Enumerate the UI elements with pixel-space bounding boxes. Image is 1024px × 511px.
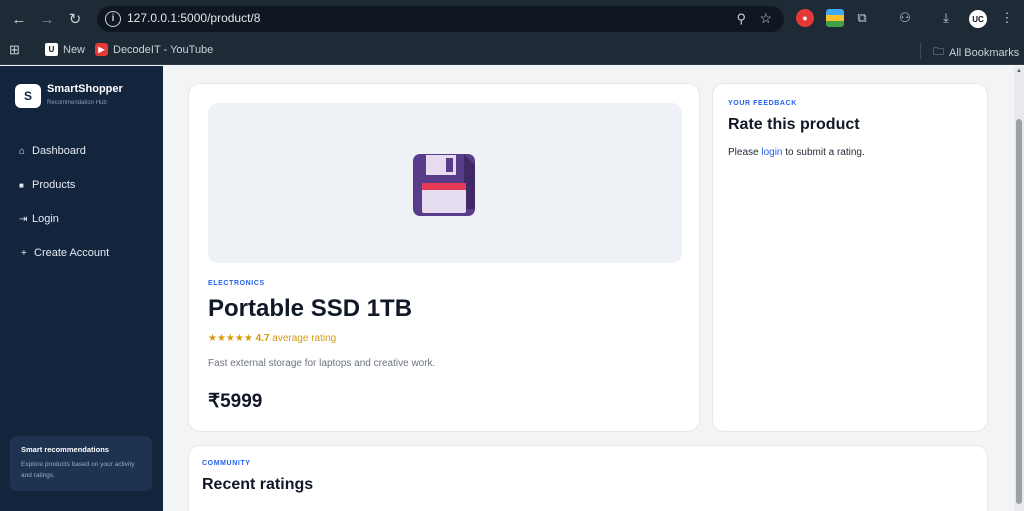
apps-grid-icon[interactable]: ⊞ (9, 42, 20, 58)
folder-icon: 🗀 (933, 46, 944, 58)
uc-icon: U (45, 43, 58, 56)
product-category: ELECTRONICS (208, 280, 265, 287)
promo-text: Explore products based on your activity … (21, 461, 135, 479)
feedback-eyebrow: YOUR FEEDBACK (728, 100, 797, 107)
feedback-text-after: to submit a rating. (782, 147, 865, 158)
plus-icon: + (21, 247, 27, 259)
floppy-disk-icon (413, 154, 475, 216)
home-icon: ⌂ (19, 145, 26, 157)
brand-subtitle: Recommendation Hub (47, 100, 107, 106)
profile-avatar[interactable]: UC (969, 10, 987, 28)
address-bar[interactable]: i 127.0.0.1:5000/product/8 ⚲ ☆ (97, 6, 784, 32)
bookmark-label: New (63, 43, 86, 56)
reload-icon[interactable]: ↻ (64, 8, 86, 30)
community-title: Recent ratings (202, 476, 314, 493)
feedback-text: Please login to submit a rating. (728, 147, 865, 158)
promo-title: Smart recommendations (21, 445, 109, 454)
extensions-puzzle-icon[interactable]: ⧉ (853, 9, 871, 27)
product-title: Portable SSD 1TB (208, 295, 413, 322)
forward-icon[interactable]: → (36, 8, 58, 30)
product-rating: ★★★★★ 4.7 average rating (208, 333, 336, 344)
rating-value: 4.7 (255, 333, 270, 344)
divider (920, 43, 921, 59)
sidebar-item-create-account[interactable]: + Create Account (21, 247, 109, 259)
main-content: ELECTRONICS Portable SSD 1TB ★★★★★ 4.7 a… (163, 66, 1014, 511)
browser-toolbar: ← → ↻ i 127.0.0.1:5000/product/8 ⚲ ☆ ● ⧉… (0, 0, 1024, 37)
bookmark-decodeit[interactable]: ▶ DecodeIT - YouTube (95, 43, 213, 56)
sidebar-item-label: Create Account (34, 247, 110, 259)
promo-card: Smart recommendations Explore products b… (10, 436, 152, 491)
login-icon: ⇥ (19, 213, 28, 225)
sidebar-item-products[interactable]: ■ Products (19, 179, 75, 191)
scroll-up-icon[interactable]: ▲ (1016, 68, 1022, 74)
extension-color-icon[interactable] (826, 9, 844, 27)
bookmark-new[interactable]: U New (45, 43, 85, 56)
zoom-icon[interactable]: ⚲ (736, 11, 746, 27)
brand-name[interactable]: SmartShopper (47, 83, 123, 95)
rating-label: average rating (272, 333, 337, 344)
feedback-card: YOUR FEEDBACK Rate this product Please l… (712, 83, 988, 432)
back-icon[interactable]: ← (8, 8, 30, 30)
sidebar-item-dashboard[interactable]: ⌂ Dashboard (19, 145, 86, 157)
all-bookmarks-label: All Bookmarks (949, 46, 1020, 59)
sidebar: S SmartShopper Recommendation Hub ⌂ Dash… (0, 66, 163, 511)
feedback-text-before: Please (728, 147, 762, 158)
product-price: ₹5999 (208, 391, 263, 412)
sidebar-item-label: Dashboard (32, 145, 86, 157)
incognito-icon[interactable]: ⚇ (896, 9, 914, 27)
community-eyebrow: COMMUNITY (202, 460, 251, 467)
grid-icon: ■ (19, 180, 24, 190)
page-scrollbar[interactable]: ▲ (1014, 66, 1024, 511)
star-rating-icon: ★★★★★ (208, 333, 253, 344)
sidebar-item-login[interactable]: ⇥ Login (19, 213, 59, 225)
site-info-icon[interactable]: i (105, 11, 121, 27)
download-icon[interactable]: ⤓ (937, 9, 955, 27)
sidebar-item-label: Products (32, 179, 76, 191)
community-card: COMMUNITY Recent ratings (188, 445, 988, 511)
product-card: ELECTRONICS Portable SSD 1TB ★★★★★ 4.7 a… (188, 83, 700, 432)
all-bookmarks[interactable]: 🗀 All Bookmarks (933, 43, 1019, 62)
product-image (208, 103, 682, 263)
youtube-icon: ▶ (95, 43, 108, 56)
menu-kebab-icon[interactable]: ⋮ (998, 9, 1016, 27)
login-link[interactable]: login (761, 147, 782, 158)
extension-red-icon[interactable]: ● (796, 9, 814, 27)
feedback-title: Rate this product (728, 116, 860, 133)
sidebar-item-label: Login (32, 213, 59, 225)
bookmark-star-icon[interactable]: ☆ (759, 10, 772, 27)
bookmarks-bar: ⊞ U New ▶ DecodeIT - YouTube 🗀 All Bookm… (0, 37, 1024, 65)
bookmark-label: DecodeIT - YouTube (113, 43, 214, 56)
logo[interactable]: S (15, 84, 41, 108)
product-description: Fast external storage for laptops and cr… (208, 358, 436, 369)
url-text[interactable]: 127.0.0.1:5000/product/8 (127, 11, 260, 25)
scrollbar-thumb[interactable] (1016, 119, 1022, 504)
